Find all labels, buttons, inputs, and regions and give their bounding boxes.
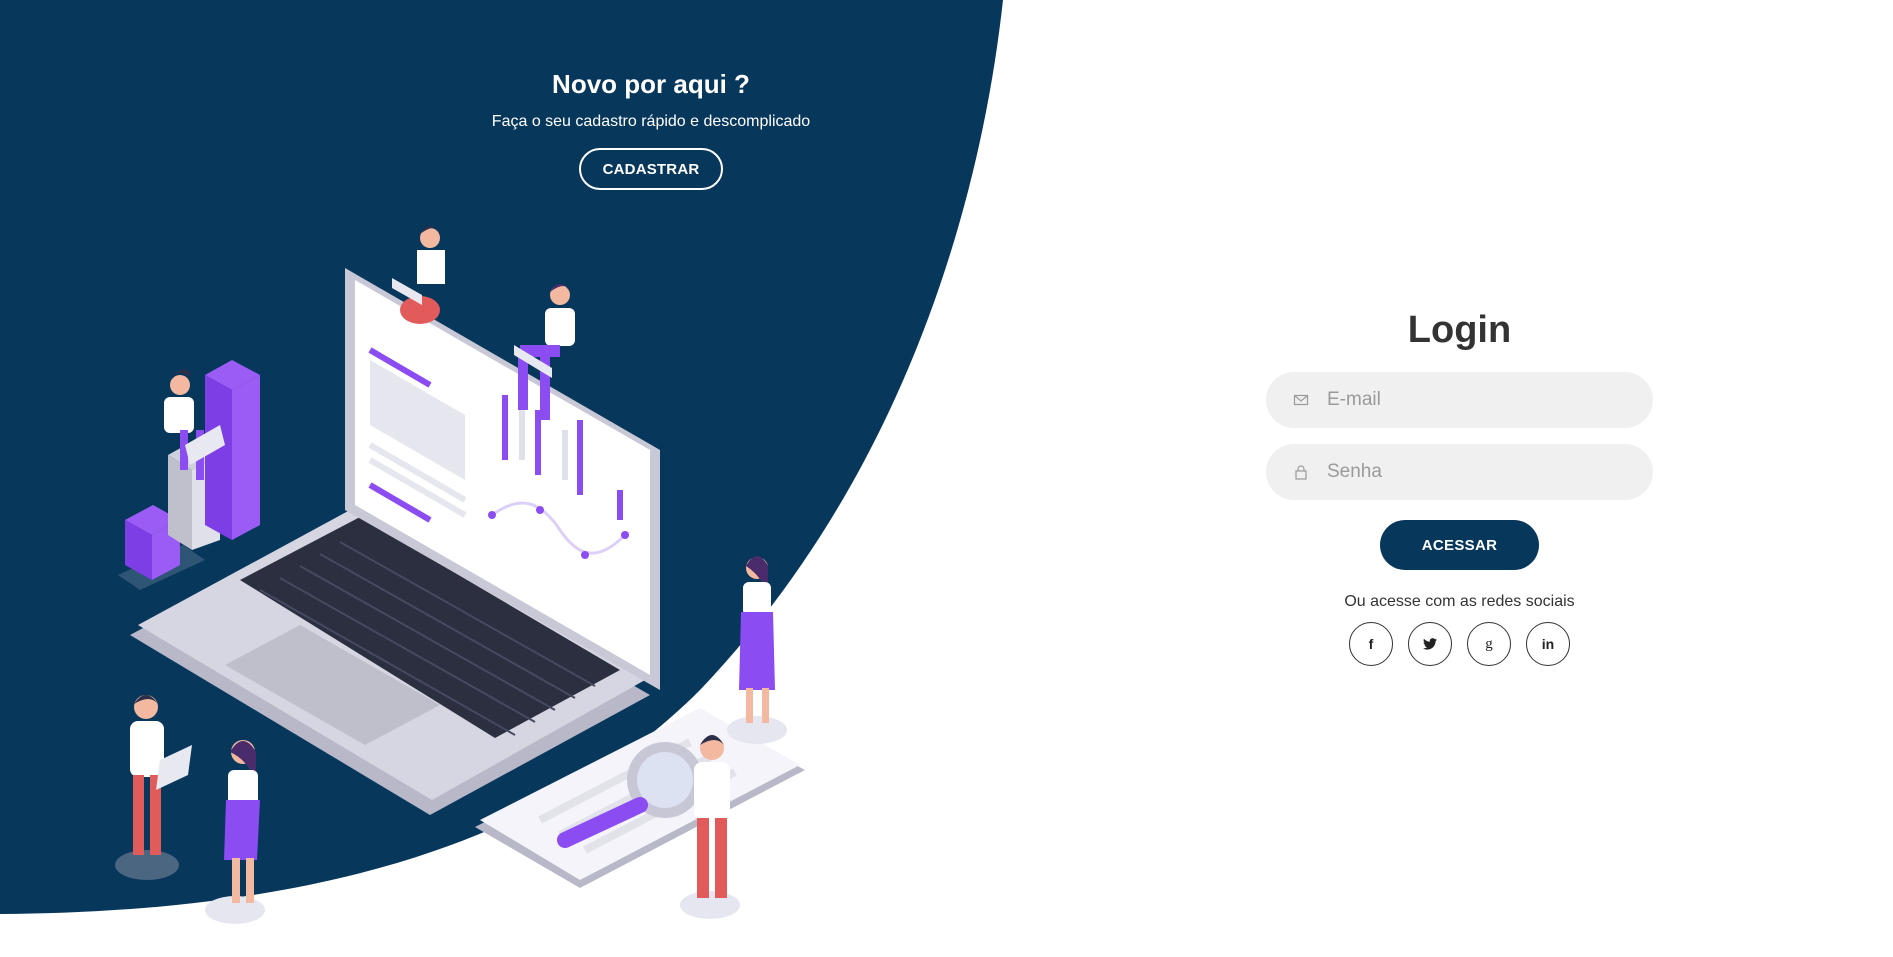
signup-button[interactable]: CADASTRAR [578,148,724,190]
google-plus-icon[interactable]: g [1467,622,1511,666]
bar-chart-illustration [118,360,260,590]
twitter-icon[interactable] [1408,622,1452,666]
envelope-icon [1293,394,1309,406]
social-login-list: f g in [1266,622,1653,666]
login-title: Login [1407,309,1512,351]
linkedin-icon[interactable]: in [1526,622,1570,666]
lock-icon [1295,465,1307,480]
signup-subtitle: Faça o seu cadastro rápido e descomplica… [491,113,811,130]
login-panel: Login ACESSAR Ou acesse com as redes soc… [1266,300,1653,666]
email-input[interactable] [1327,372,1627,428]
login-submit-button[interactable]: ACESSAR [1379,520,1540,570]
social-login-text: Ou acesse com as redes sociais [1344,593,1575,610]
signup-panel: Novo por aqui ? Faça o seu cadastro rápi… [400,62,902,190]
facebook-icon[interactable]: f [1349,622,1393,666]
twitter-bird-icon [1423,638,1437,650]
signup-title: Novo por aqui ? [552,69,750,99]
email-field[interactable] [1266,372,1653,428]
password-field[interactable] [1266,444,1653,500]
password-input[interactable] [1327,444,1627,500]
